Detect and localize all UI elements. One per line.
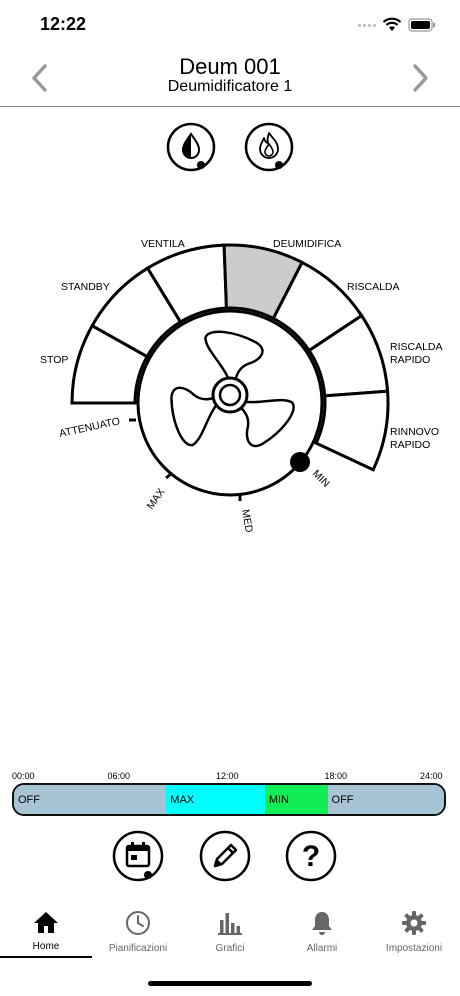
schedule-segment-off[interactable]: OFF [14, 785, 167, 814]
active-tab-indicator [0, 956, 92, 958]
schedule-segment-min[interactable]: MIN [264, 785, 328, 814]
time-tick-label: 24:00 [420, 771, 443, 781]
tab-grafici[interactable]: Grafici [184, 910, 276, 958]
cellular-signal-icon [358, 23, 376, 27]
time-tick-label: 06:00 [107, 771, 131, 781]
tab-label: Grafici [215, 943, 245, 954]
tab-label: Pianificazioni [108, 943, 168, 954]
speed-label-med[interactable]: MED [239, 508, 255, 533]
tab-label: Home [32, 941, 60, 952]
mode-dial: STOP STANDBY VENTILA DEUMIDIFICA RISCALDA RIS… [40, 238, 443, 534]
tab-impostazioni[interactable]: Impostazioni [368, 910, 460, 958]
humidity-mode-button[interactable] [166, 122, 218, 174]
daily-schedule-bar[interactable]: OFF MAX MIN OFF [12, 783, 446, 816]
time-tick-label: 18:00 [324, 771, 348, 781]
header-divider [0, 106, 460, 107]
flame-icon [244, 122, 294, 172]
chevron-right-icon [413, 64, 428, 92]
tab-label: Allarmi [306, 943, 338, 954]
speed-selector-knob[interactable] [290, 452, 310, 472]
clock-icon [126, 911, 150, 935]
tab-label: Impostazioni [385, 943, 443, 954]
page-subtitle: Deumidificatore 1 [167, 78, 293, 95]
svg-text:?: ? [302, 840, 320, 873]
dial-label-deumidifica: DEUMIDIFICA [273, 238, 341, 250]
next-device-button[interactable] [406, 60, 436, 96]
pencil-icon [199, 830, 251, 882]
status-time: 12:22 [40, 14, 87, 34]
status-icons [358, 14, 436, 36]
dial-label-stop: STOP [40, 354, 68, 366]
dial-label-riscalda: RISCALDA [347, 281, 400, 293]
heating-mode-button[interactable] [244, 122, 296, 174]
dial-label-riscalda-rapido: RISCALDA RAPIDO [390, 341, 443, 366]
tab-home[interactable]: Home [0, 910, 92, 958]
edit-button[interactable] [199, 830, 251, 882]
help-button[interactable]: ? [285, 830, 337, 882]
speed-label-min[interactable]: MIN [310, 468, 332, 490]
tab-pianificazioni[interactable]: Pianificazioni [92, 910, 184, 958]
battery-icon [408, 18, 435, 32]
speed-label-attenuato[interactable]: ATTENUATO [58, 415, 121, 440]
gear-icon [402, 911, 426, 935]
bar-chart-icon [218, 913, 242, 935]
question-icon: ? [285, 830, 337, 882]
calendar-icon [112, 830, 164, 882]
schedule-segment-off[interactable]: OFF [327, 785, 444, 814]
home-icon [34, 912, 58, 933]
dial-label-standby: STANDBY [61, 281, 110, 293]
dial-label-rinnovo-rapido: RINNOVO RAPIDO [390, 426, 439, 451]
dial-label-ventila: VENTILA [141, 238, 185, 250]
tab-allarmi[interactable]: Allarmi [276, 910, 368, 958]
speed-tick-max [165, 472, 172, 480]
speed-label-max[interactable]: MAX [145, 486, 168, 512]
water-drop-icon [166, 122, 216, 172]
home-indicator [148, 981, 312, 986]
time-tick-label: 00:00 [12, 771, 35, 781]
time-tick-label: 12:00 [216, 771, 239, 781]
page-title: Deum 001 [179, 54, 281, 79]
calendar-button[interactable] [112, 830, 164, 882]
bell-icon [312, 912, 332, 935]
wifi-icon [382, 17, 402, 31]
schedule-segment-max[interactable]: MAX [166, 785, 265, 814]
dial-segment-rinnovo-rapido[interactable] [314, 389, 390, 472]
